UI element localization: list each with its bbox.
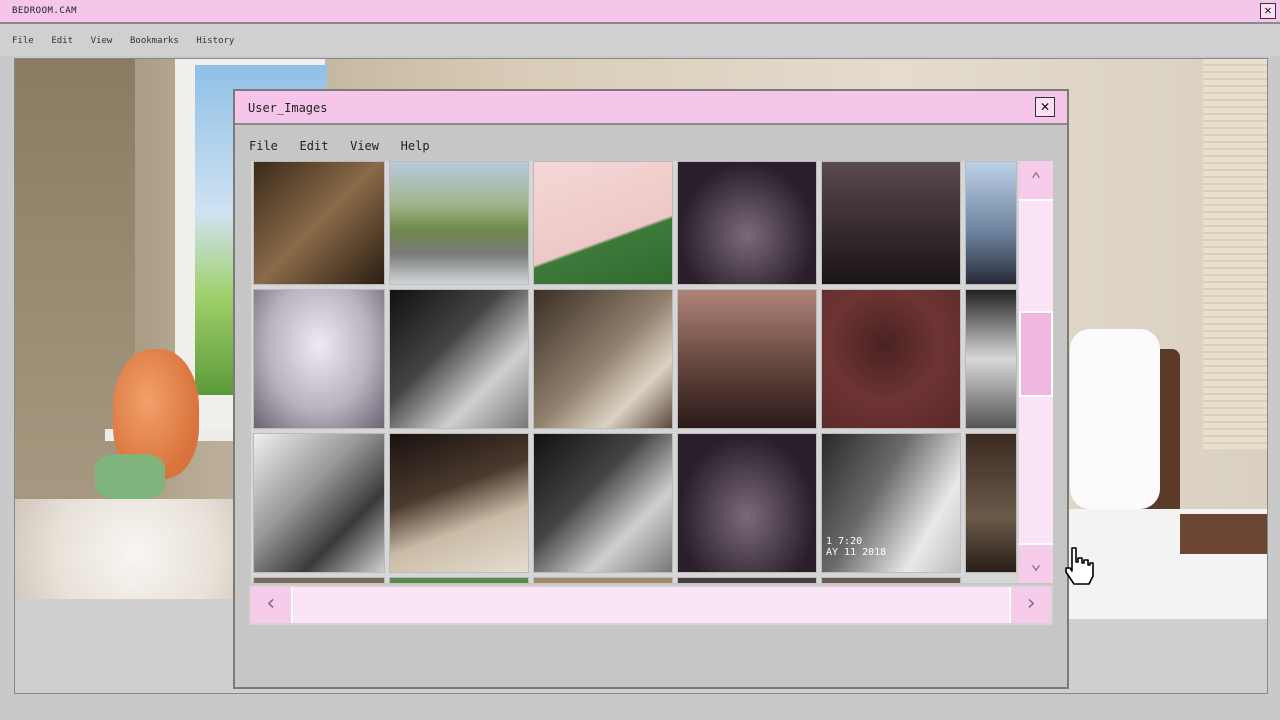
image-thumbnail[interactable]	[965, 289, 1017, 429]
image-thumbnail[interactable]: 1 7:20 AY 11 2018	[821, 433, 961, 573]
vertical-scroll-thumb[interactable]	[1019, 311, 1053, 397]
dialog-close-button[interactable]: ✕	[1035, 97, 1055, 117]
outer-menu-file[interactable]: File	[12, 36, 34, 46]
image-thumbnail[interactable]	[533, 577, 673, 583]
dialog-menu-file[interactable]: File	[249, 139, 278, 153]
curtain	[1203, 59, 1267, 449]
image-thumbnail[interactable]	[389, 433, 529, 573]
image-thumbnail[interactable]	[389, 161, 529, 285]
image-thumbnail[interactable]	[677, 161, 817, 285]
image-thumbnail[interactable]	[389, 289, 529, 429]
outer-menu-view[interactable]: View	[91, 36, 113, 46]
dialog-title: User_Images	[248, 101, 328, 115]
outer-close-button[interactable]: ✕	[1260, 3, 1276, 19]
image-thumbnail[interactable]	[253, 161, 385, 285]
image-thumbnail[interactable]	[253, 289, 385, 429]
outer-menubar: File Edit View Bookmarks History	[0, 24, 1280, 56]
horizontal-scrollbar[interactable]: ‹ ›	[249, 585, 1053, 625]
crystal	[95, 454, 165, 499]
timestamp-line-2: AY 11 2018	[826, 547, 887, 558]
image-thumbnail[interactable]	[965, 433, 1017, 573]
scroll-right-button[interactable]: ›	[1009, 587, 1051, 623]
image-thumbnail[interactable]	[533, 161, 673, 285]
fluffy-rug	[15, 499, 255, 609]
image-thumbnail[interactable]	[253, 433, 385, 573]
chevron-down-icon: ⌄	[1030, 553, 1042, 574]
vertical-scrollbar[interactable]: ⌃ ⌄	[1017, 161, 1053, 583]
outer-menu-edit[interactable]: Edit	[51, 36, 73, 46]
bottom-frame	[0, 694, 1280, 720]
dialog-menu-view[interactable]: View	[350, 139, 379, 153]
image-thumbnail[interactable]	[389, 577, 529, 583]
image-thumbnail[interactable]	[677, 433, 817, 573]
image-thumbnail[interactable]	[533, 289, 673, 429]
image-thumbnail[interactable]	[677, 577, 817, 583]
image-thumbnail[interactable]	[821, 289, 961, 429]
image-thumbnail[interactable]	[965, 161, 1017, 285]
image-thumbnail[interactable]	[821, 577, 961, 583]
image-thumbnail[interactable]	[677, 289, 817, 429]
timestamp-line-1: 1 7:20	[826, 536, 863, 547]
timestamp-overlay: 1 7:20 AY 11 2018	[826, 536, 886, 558]
image-thumbnail[interactable]	[253, 577, 385, 583]
chevron-right-icon: ›	[1024, 591, 1038, 616]
dialog-titlebar: User_Images ✕	[235, 91, 1067, 125]
outer-window-title: BEDROOM.CAM	[12, 6, 78, 16]
image-thumbnail[interactable]	[821, 161, 961, 285]
outer-menu-bookmarks[interactable]: Bookmarks	[130, 36, 179, 46]
outer-titlebar: BEDROOM.CAM ✕	[0, 0, 1280, 24]
user-images-window: User_Images ✕ File Edit View Help 1 7:20…	[233, 89, 1069, 689]
image-thumbnail[interactable]	[533, 433, 673, 573]
scroll-up-button[interactable]: ⌃	[1019, 161, 1053, 201]
pillow	[1070, 329, 1160, 509]
hand-pointer-icon	[1065, 547, 1094, 585]
chevron-up-icon: ⌃	[1030, 169, 1042, 190]
dialog-menubar: File Edit View Help	[249, 135, 442, 153]
dialog-menu-help[interactable]: Help	[401, 139, 430, 153]
scroll-left-button[interactable]: ‹	[251, 587, 293, 623]
outer-menu-history[interactable]: History	[196, 36, 234, 46]
scroll-down-button[interactable]: ⌄	[1019, 543, 1053, 583]
image-grid: 1 7:20 AY 11 2018	[251, 161, 1053, 583]
nightstand	[1180, 514, 1267, 554]
dialog-menu-edit[interactable]: Edit	[300, 139, 329, 153]
chevron-left-icon: ‹	[264, 591, 278, 616]
